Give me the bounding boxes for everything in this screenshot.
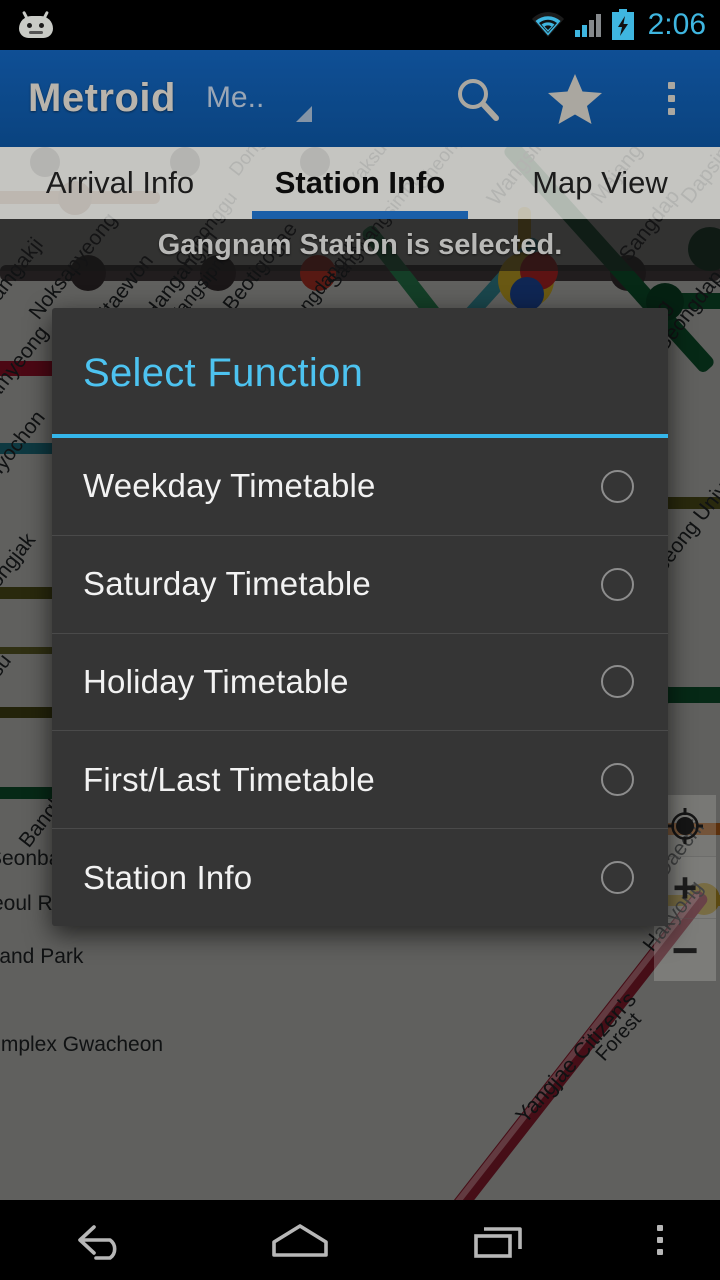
cellular-signal-icon: [574, 13, 601, 37]
tab-arrival-info[interactable]: Arrival Info: [0, 147, 240, 219]
wifi-icon: [531, 12, 564, 37]
nav-overflow-icon: [657, 1225, 663, 1255]
spinner-value: Me..: [205, 80, 265, 114]
zoom-out-icon: −: [671, 924, 699, 976]
radio-button[interactable]: [601, 469, 634, 503]
tab-label: Map View: [532, 165, 668, 200]
zoom-out-button[interactable]: −: [654, 919, 716, 981]
status-time: 2:06: [647, 8, 706, 41]
zoom-in-icon: +: [672, 863, 698, 911]
dialog-title: Select Function: [83, 350, 364, 395]
action-bar: Metroid Me..: [0, 50, 720, 147]
tab-label: Arrival Info: [45, 165, 195, 200]
dialog-option-first-last-timetable[interactable]: First/Last Timetable: [52, 730, 668, 828]
nav-recents-icon: [474, 1227, 522, 1258]
dialog-option-list[interactable]: Weekday Timetable Saturday Timetable Hol…: [52, 438, 668, 926]
tab-indicator: [492, 211, 708, 219]
select-function-dialog: Select Function Weekday Timetable Saturd…: [52, 308, 668, 926]
option-label: Holiday Timetable: [83, 662, 349, 700]
selected-station-text: Gangnam Station is selected.: [157, 228, 563, 261]
option-label: Saturday Timetable: [83, 565, 371, 603]
tab-label: Station Info: [274, 165, 446, 200]
nav-recents-button[interactable]: [400, 1200, 600, 1280]
nav-back-button[interactable]: [0, 1200, 200, 1280]
radio-button[interactable]: [601, 861, 634, 895]
status-bar-left: [16, 10, 530, 38]
system-navigation-bar: [0, 1200, 720, 1280]
status-bar: 2:06: [0, 0, 720, 50]
option-label: Weekday Timetable: [83, 467, 376, 505]
option-label: First/Last Timetable: [83, 760, 375, 798]
dialog-option-weekday-timetable[interactable]: Weekday Timetable: [52, 438, 668, 535]
nav-overflow-button[interactable]: [600, 1200, 720, 1280]
chevron-down-icon: [295, 105, 312, 122]
radio-button[interactable]: [601, 665, 634, 699]
nav-home-icon: [272, 1224, 328, 1257]
dialog-option-holiday-timetable[interactable]: Holiday Timetable: [52, 632, 668, 731]
tab-map-view[interactable]: Map View: [480, 147, 720, 219]
radio-button[interactable]: [601, 763, 634, 797]
tab-indicator: [252, 211, 468, 219]
radio-button[interactable]: [601, 567, 634, 601]
selected-station-banner: Gangnam Station is selected.: [0, 219, 720, 271]
phone-screen: Samgakji Noksapyeong Itaewon Hangangjin …: [0, 0, 720, 1280]
my-location-icon: [667, 807, 703, 844]
battery-charging-icon: [611, 9, 634, 40]
action-bar-actions: [429, 50, 720, 147]
tab-indicator: [12, 211, 228, 219]
dialog-option-station-info[interactable]: Station Info: [52, 828, 668, 926]
tab-station-info[interactable]: Station Info: [240, 147, 480, 219]
nav-back-icon: [78, 1225, 117, 1260]
android-mascot-icon: [16, 10, 56, 38]
status-bar-right: 2:06: [530, 9, 706, 41]
line-spinner[interactable]: Me..: [206, 69, 316, 129]
option-label: Station Info: [83, 858, 253, 896]
overflow-menu-button[interactable]: [623, 50, 720, 147]
dialog-option-saturday-timetable[interactable]: Saturday Timetable: [52, 534, 668, 633]
search-button[interactable]: [429, 50, 526, 147]
dialog-title-area: Select Function: [52, 308, 668, 438]
overflow-menu-icon: [668, 82, 675, 115]
favorites-button[interactable]: [526, 50, 623, 147]
tab-bar[interactable]: Arrival Info Station Info Map View: [0, 147, 720, 219]
app-title: Metroid: [28, 76, 176, 120]
search-icon: [457, 78, 499, 121]
nav-home-button[interactable]: [200, 1200, 400, 1280]
star-icon: [547, 73, 602, 124]
